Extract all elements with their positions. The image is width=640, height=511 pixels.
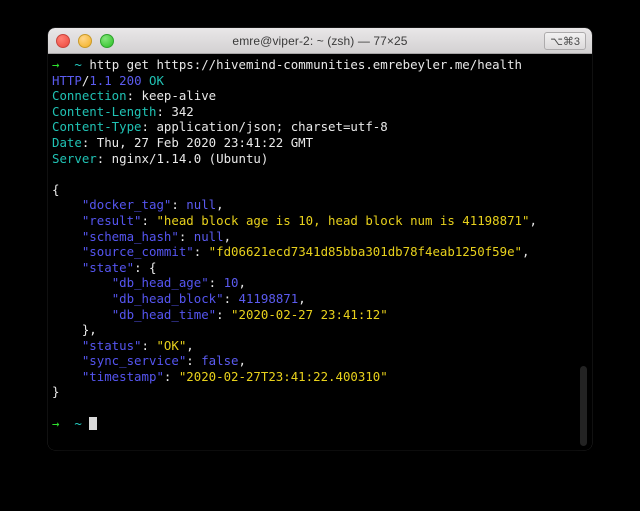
json-line: "db_head_block": 41198871, xyxy=(111,290,306,306)
json-line: "db_head_time": "2020-02-27 23:41:12" xyxy=(111,306,388,322)
http-status-line: HTTP/1.1 200 OK xyxy=(52,72,164,88)
minimize-button-icon[interactable] xyxy=(78,33,92,48)
window-title: emre@viper-2: ~ (zsh) — 77×25 xyxy=(232,33,408,48)
json-close-brace: } xyxy=(52,384,60,400)
traffic-lights xyxy=(56,28,114,53)
json-line: "source_commit": "fd06621ecd7341d85bba30… xyxy=(81,244,530,260)
terminal-scrollbar[interactable] xyxy=(578,54,589,450)
terminal-output: → ~ http get https://hivemind-communitie… xyxy=(52,57,592,431)
http-header: Date: Thu, 27 Feb 2020 23:41:22 GMT xyxy=(52,134,314,150)
json-line: "db_head_age": 10, xyxy=(111,275,246,291)
json-line: "schema_hash": null, xyxy=(81,228,232,244)
terminal-window: emre@viper-2: ~ (zsh) — 77×25 ⌥⌘3 → ~ ht… xyxy=(48,28,592,450)
scrollbar-thumb[interactable] xyxy=(580,366,587,446)
title-bar[interactable]: emre@viper-2: ~ (zsh) — 77×25 ⌥⌘3 xyxy=(48,28,592,54)
json-line: "state": { xyxy=(81,259,157,275)
maximize-button-icon[interactable] xyxy=(100,33,114,48)
http-header: Content-Type: application/json; charset=… xyxy=(52,119,388,135)
terminal-body[interactable]: → ~ http get https://hivemind-communitie… xyxy=(48,54,592,450)
json-line: "sync_service": false, xyxy=(81,353,246,369)
http-header: Connection: keep-alive xyxy=(52,88,217,104)
http-header: Content-Length: 342 xyxy=(52,103,194,119)
final-prompt-line: → ~ xyxy=(52,416,592,432)
close-button-icon[interactable] xyxy=(56,33,70,48)
json-open-brace: { xyxy=(52,181,60,197)
screen: emre@viper-2: ~ (zsh) — 77×25 ⌥⌘3 → ~ ht… xyxy=(0,0,640,511)
shortcut-badge: ⌥⌘3 xyxy=(544,32,586,50)
command-line: → ~ http get https://hivemind-communitie… xyxy=(52,57,522,72)
http-header: Server: nginx/1.14.0 (Ubuntu) xyxy=(52,150,269,166)
json-line: "result": "head block age is 10, head bl… xyxy=(81,212,537,228)
json-line: "timestamp": "2020-02-27T23:41:22.400310… xyxy=(81,368,388,384)
json-line: }, xyxy=(52,322,97,338)
terminal-cursor xyxy=(89,416,98,430)
json-line: "status": "OK", xyxy=(81,337,194,353)
json-line: "docker_tag": null, xyxy=(81,197,224,213)
